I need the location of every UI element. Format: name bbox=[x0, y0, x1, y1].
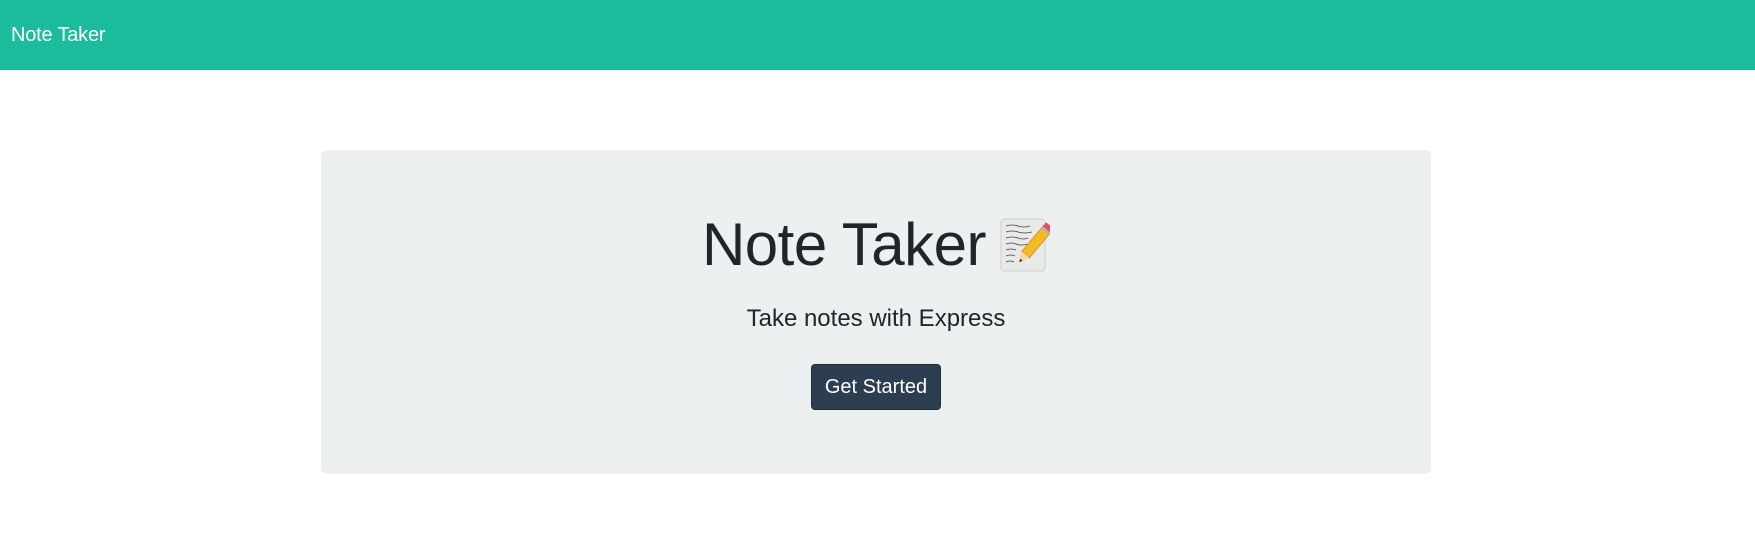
hero-title-heading: Note Taker bbox=[321, 210, 1431, 280]
hero-subtitle: Take notes with Express bbox=[746, 305, 1006, 332]
get-started-button[interactable]: Get Started bbox=[811, 364, 941, 410]
top-navbar: Note Taker bbox=[0, 0, 1755, 70]
hero-jumbotron: Note Taker Take notes with Express Get S… bbox=[321, 150, 1431, 474]
hero-title-text: Note Taker bbox=[701, 211, 987, 278]
memo-icon bbox=[1000, 217, 1054, 273]
navbar-brand-link[interactable]: Note Taker bbox=[11, 24, 106, 47]
